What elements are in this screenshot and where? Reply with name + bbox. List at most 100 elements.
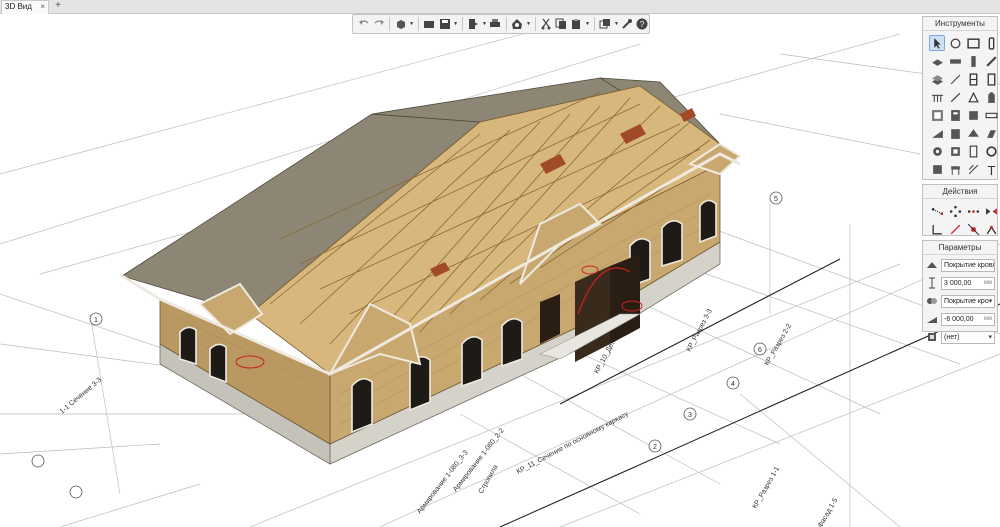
- pencil-icon[interactable]: [983, 53, 999, 69]
- undo-icon[interactable]: [357, 17, 370, 31]
- skylight-icon[interactable]: [983, 125, 999, 141]
- line-icon[interactable]: [947, 71, 963, 87]
- block-icon[interactable]: [947, 143, 963, 159]
- param-row-type: Покрытие кровли: [923, 257, 997, 273]
- wall-icon[interactable]: [965, 35, 981, 51]
- roof-icon[interactable]: [965, 125, 981, 141]
- column-icon[interactable]: [947, 53, 963, 69]
- actions-panel-title: Действия: [923, 185, 997, 199]
- actions-panel: Действия: [922, 184, 998, 236]
- offset-param-icon: [926, 313, 938, 325]
- save-icon[interactable]: [438, 17, 451, 31]
- material-select[interactable]: Покрытие кро: [941, 294, 995, 308]
- text-tool-icon[interactable]: [947, 107, 963, 123]
- copy-icon[interactable]: [555, 17, 568, 31]
- split-icon[interactable]: [965, 221, 981, 237]
- export-icon[interactable]: [467, 17, 480, 31]
- dropdown-arrow-icon[interactable]: ▼: [585, 17, 590, 31]
- settings-icon[interactable]: [983, 143, 999, 159]
- extend-icon[interactable]: [947, 221, 963, 237]
- gear-object-icon[interactable]: [929, 143, 945, 159]
- dim-icon[interactable]: [965, 89, 981, 105]
- height-field[interactable]: 3 000,00 мм: [941, 276, 995, 290]
- level-icon[interactable]: [965, 143, 981, 159]
- view-label: КР_Разрез 2-2: [764, 323, 794, 367]
- axis-number: 5: [774, 196, 778, 203]
- toolbar-separator: [389, 17, 391, 31]
- redo-icon[interactable]: [372, 17, 385, 31]
- close-icon[interactable]: ×: [40, 1, 45, 13]
- stool-icon[interactable]: [947, 161, 963, 177]
- trim-icon[interactable]: [929, 221, 945, 237]
- param-row-offset: -6 000,00 мм: [923, 311, 997, 327]
- select-icon[interactable]: [929, 35, 945, 51]
- door-icon[interactable]: [983, 35, 999, 51]
- toolbar-separator: [593, 17, 595, 31]
- section-icon[interactable]: [965, 107, 981, 123]
- tools-grid: T: [923, 31, 997, 181]
- toolbar-separator: [462, 17, 463, 31]
- paint-icon[interactable]: [983, 89, 999, 105]
- lift-icon[interactable]: [929, 161, 945, 177]
- settings-house-icon[interactable]: [511, 17, 524, 31]
- add-tab-button[interactable]: +: [52, 0, 64, 13]
- layer-icon: [926, 331, 938, 343]
- views-icon[interactable]: [599, 17, 612, 31]
- 3d-viewport[interactable]: 1 2 3 4 5 6 КР_10_Детали КР_11_Сечение п…: [0, 14, 1000, 527]
- folder-icon[interactable]: [423, 17, 436, 31]
- axis-number: 4: [731, 381, 735, 388]
- window-icon[interactable]: [965, 71, 981, 87]
- move-points-icon[interactable]: [929, 203, 945, 219]
- measure-icon[interactable]: [947, 89, 963, 105]
- t-icon[interactable]: T: [983, 161, 999, 177]
- building-3d-model: 1 2 3 4 5 6 КР_10_Детали КР_11_Сечение п…: [0, 23, 1000, 527]
- ruler-icon[interactable]: [983, 107, 999, 123]
- dropdown-arrow-icon[interactable]: ▼: [526, 17, 531, 31]
- param-row-height: 3 000,00 мм: [923, 275, 997, 291]
- layer-select[interactable]: (нет): [941, 330, 995, 344]
- link-icon[interactable]: [983, 71, 999, 87]
- dims-icon[interactable]: [965, 161, 981, 177]
- ramp-icon[interactable]: [929, 125, 945, 141]
- dropdown-arrow-icon[interactable]: ▼: [409, 17, 414, 31]
- roof-type-icon: [926, 259, 938, 271]
- chimney-icon[interactable]: [947, 125, 963, 141]
- join-icon[interactable]: [983, 221, 999, 237]
- material-icon: [926, 295, 938, 307]
- parameters-panel-title: Параметры: [923, 241, 997, 255]
- room-icon[interactable]: [929, 107, 945, 123]
- offset-field[interactable]: -6 000,00 мм: [941, 312, 995, 326]
- dropdown-arrow-icon[interactable]: ▼: [482, 17, 487, 31]
- tab-3d-view[interactable]: 3D Вид ×: [1, 0, 49, 14]
- array-icon[interactable]: [965, 203, 981, 219]
- rotate-icon[interactable]: [947, 35, 963, 51]
- tools-panel: Инструменты T: [922, 16, 998, 180]
- cut-icon[interactable]: [540, 17, 553, 31]
- railing-icon[interactable]: [929, 89, 945, 105]
- height-value: 3 000,00: [944, 279, 972, 287]
- dropdown-arrow-icon[interactable]: ▼: [453, 17, 458, 31]
- stair-icon[interactable]: [929, 71, 945, 87]
- height-icon: [926, 277, 938, 289]
- print-icon[interactable]: [489, 17, 502, 31]
- toolbar-separator: [534, 17, 536, 31]
- wrench-icon[interactable]: [621, 17, 634, 31]
- view-label: КР_Фасад 1-5: [811, 497, 840, 527]
- beam-icon[interactable]: [965, 53, 981, 69]
- parameters-panel: Параметры Покрытие кровли 3 000,00 мм Пок…: [922, 240, 998, 344]
- toolbar-separator: [418, 17, 419, 31]
- slab-icon[interactable]: [929, 53, 945, 69]
- help-icon[interactable]: ?: [636, 17, 649, 31]
- tools-panel-title: Инструменты: [923, 17, 997, 31]
- toolbar-separator: [506, 17, 507, 31]
- mirror-icon[interactable]: [983, 203, 999, 219]
- param-row-material: Покрытие кро: [923, 293, 997, 309]
- view-label: КР_Разрез 3-3: [686, 308, 714, 353]
- paste-icon[interactable]: [570, 17, 583, 31]
- model-3d-icon[interactable]: [394, 17, 407, 31]
- offset-icon[interactable]: [947, 203, 963, 219]
- param-row-layer: (нет): [923, 329, 997, 345]
- material-value: Покрытие кро: [944, 297, 989, 305]
- dropdown-arrow-icon[interactable]: ▼: [614, 17, 619, 31]
- roof-type-field[interactable]: Покрытие кровли: [941, 258, 995, 272]
